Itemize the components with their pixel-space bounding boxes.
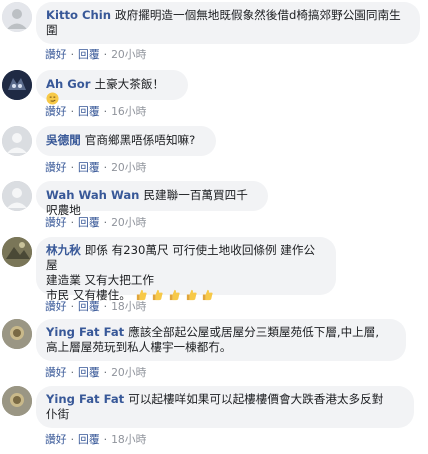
reply-button[interactable]: 回覆 [78,105,100,118]
comment-time[interactable]: 20小時 [111,48,146,61]
thumbs-up-icon [203,289,213,301]
comment-time[interactable]: 16小時 [111,105,146,118]
comment-actions: 讚好 · 回覆 · 20小時 [45,159,146,175]
comment-author[interactable]: 林九秋 [46,243,81,257]
avatar[interactable] [2,386,32,416]
separator: · [70,161,75,174]
comment-bubble: Wah Wah Wan 民建聯一百萬買四千呎農地 [36,181,268,217]
separator: · [103,366,108,379]
avatar[interactable] [2,319,32,349]
avatar[interactable] [2,181,32,211]
comment-text: 官商鄉黑唔係唔知嘛? [84,133,196,147]
comment-actions: 讚好 · 回覆 · 20小時 [45,46,146,62]
avatar[interactable] [2,2,32,32]
thumbs-up-icon [153,289,163,301]
comment-time[interactable]: 20小時 [111,161,146,174]
comment-author[interactable]: 吳德閒 [46,133,81,147]
comment-actions: 讚好 · 回覆 · 20小時 [45,214,146,230]
reply-button[interactable]: 回覆 [78,433,100,446]
comment-text: 建造業 又有大把工作 [46,273,155,287]
separator: · [103,300,108,313]
separator: · [70,105,75,118]
comment-text: 應該全部起公屋或居屋分三類屋苑低下層,中上層, [128,325,380,339]
separator: · [103,48,108,61]
separator: · [70,300,75,313]
separator: · [103,216,108,229]
separator: · [70,366,75,379]
comment-bubble: Ying Fat Fat 可以起樓咩如果可以起樓樓價會大跌香港太多反對 仆街 [36,386,414,428]
avatar[interactable] [2,126,32,156]
avatar[interactable] [2,70,32,100]
comment-actions: 讚好 · 回覆 · 18小時 [45,298,146,314]
comment-author[interactable]: Ying Fat Fat [46,392,124,406]
comment-text: 土豪大茶飯！ [94,77,165,91]
comment-text: 即係 有230萬尺 可行使土地收回條例 建作公屋 [46,243,316,272]
comment-text: 仆街 [46,407,70,421]
thumbs-up-icon [186,289,197,301]
reply-button[interactable]: 回覆 [78,366,100,379]
comment-bubble: Ah Gor 土豪大茶飯！ [36,70,188,105]
comment-time[interactable]: 18小時 [111,300,146,313]
comment-author[interactable]: Kitto Chin [46,8,111,22]
reply-button[interactable]: 回覆 [78,216,100,229]
comment-time[interactable]: 20小時 [111,366,146,379]
like-button[interactable]: 讚好 [45,300,67,313]
like-button[interactable]: 讚好 [45,216,67,229]
comment-bubble: 吳德閒 官商鄉黑唔係唔知嘛? [36,126,216,156]
separator: · [70,433,75,446]
like-button[interactable]: 讚好 [45,366,67,379]
like-button[interactable]: 讚好 [45,433,67,446]
comment-bubble: Ying Fat Fat 應該全部起公屋或居屋分三類屋苑低下層,中上層, 高上層屋… [36,319,406,361]
separator: · [103,433,108,446]
comment-actions: 讚好 · 回覆 · 20小時 [45,364,146,380]
like-button[interactable]: 讚好 [45,48,67,61]
comment-time[interactable]: 20小時 [111,216,146,229]
thumbs-up-icons [135,288,215,302]
separator: · [70,216,75,229]
comment-bubble: 林九秋 即係 有230萬尺 可行使土地收回條例 建作公屋 建造業 又有大把工作 市… [36,237,336,302]
comment-author[interactable]: Ah Gor [46,77,90,91]
separator: · [70,48,75,61]
reply-button[interactable]: 回覆 [78,48,100,61]
comment-bubble: Kitto Chin 政府擺明造一個無地既假象然後借d椅搞郊野公園同南生圍 [36,2,420,44]
comment-author[interactable]: Ying Fat Fat [46,325,124,339]
avatar[interactable] [2,237,32,267]
comment-time[interactable]: 18小時 [111,433,146,446]
thumbs-up-icon [169,289,180,301]
separator: · [103,105,108,118]
like-button[interactable]: 讚好 [45,161,67,174]
comment-actions: 讚好 · 回覆 · 16小時 [45,103,146,119]
like-button[interactable]: 讚好 [45,105,67,118]
separator: · [103,161,108,174]
comment-author[interactable]: Wah Wah Wan [46,188,139,202]
comment-text: 高上層屋苑玩到私人樓宇一棟都冇。 [46,340,232,354]
reply-button[interactable]: 回覆 [78,161,100,174]
comment-text: 可以起樓咩如果可以起樓樓價會大跌香港太多反對 [128,392,384,406]
comment-actions: 讚好 · 回覆 · 18小時 [45,431,146,447]
reply-button[interactable]: 回覆 [78,300,100,313]
